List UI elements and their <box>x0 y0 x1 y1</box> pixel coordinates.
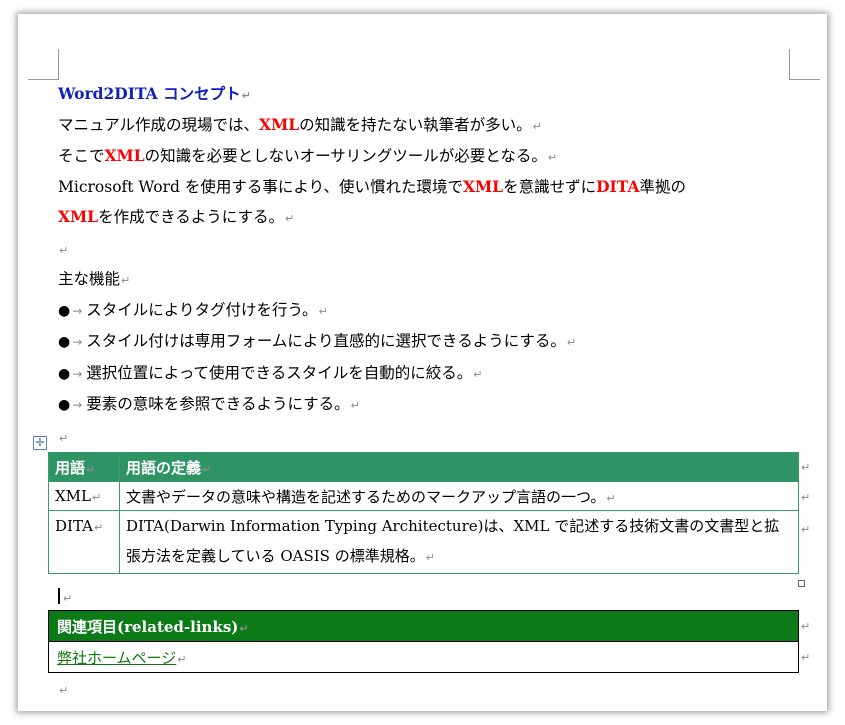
bullet-item[interactable]: ● → 選択位置によって使用できるスタイルを自動的に絞る。↵ <box>58 363 482 385</box>
homepage-link[interactable]: 弊社ホームページ <box>57 649 176 667</box>
bullet-item[interactable]: ● → スタイル付けは専用フォームにより直感的に選択できるようにする。↵ <box>58 331 576 353</box>
crop-mark-top-left <box>28 49 59 80</box>
table-header-cell[interactable]: 用語の定義↵ <box>119 452 799 482</box>
empty-paragraph[interactable]: ↵ <box>58 239 68 261</box>
crop-mark-top-right <box>789 49 820 80</box>
row-end-mark: ↵ <box>801 651 811 664</box>
document-page: Word2DITA コンセプト↵ マニュアル作成の現場では、XMLの知識を持たな… <box>18 14 827 711</box>
document-title[interactable]: Word2DITA コンセプト↵ <box>58 84 251 106</box>
related-link-cell[interactable]: 弊社ホームページ↵ <box>48 641 799 673</box>
table-cell[interactable]: 文書やデータの意味や構造を記述するためのマークアップ言語の一つ。↵ <box>119 481 799 511</box>
empty-paragraph[interactable]: ↵ <box>58 427 68 449</box>
paragraph-3-continued[interactable]: XMLを作成できるようにする。↵ <box>58 207 294 229</box>
table-cell[interactable]: XML↵ <box>48 481 120 511</box>
paragraph-2[interactable]: そこでXMLの知識を必要としないオーサリングツールが必要となる。↵ <box>58 146 557 168</box>
table-header-row: 用語↵ 用語の定義↵ <box>48 452 799 482</box>
table-header-cell[interactable]: 用語↵ <box>48 452 120 482</box>
empty-paragraph[interactable]: ↵ <box>62 587 72 609</box>
paragraph-1[interactable]: マニュアル作成の現場では、XMLの知識を持たない執筆者が多い。↵ <box>58 115 542 137</box>
table-row: XML↵ 文書やデータの意味や構造を記述するためのマークアップ言語の一つ。↵ <box>48 481 799 511</box>
table-move-handle-icon[interactable]: ✛ <box>33 436 47 450</box>
text-cursor <box>58 588 60 604</box>
table-resize-handle[interactable] <box>798 580 805 587</box>
terms-table: 用語↵ 用語の定義↵ XML↵ 文書やデータの意味や構造を記述するためのマークア… <box>48 452 799 574</box>
empty-paragraph[interactable]: ↵ <box>58 679 68 701</box>
bullet-item[interactable]: ● → スタイルによりタグ付けを行う。↵ <box>58 300 328 322</box>
related-links-table: 関連項目(related-links)↵ 弊社ホームページ↵ <box>48 610 799 673</box>
related-header-cell[interactable]: 関連項目(related-links)↵ <box>48 610 799 642</box>
row-end-mark: ↵ <box>801 491 811 504</box>
row-end-mark: ↵ <box>801 461 811 474</box>
row-end-mark: ↵ <box>801 620 811 633</box>
bullet-item[interactable]: ● → 要素の意味を参照できるようにする。↵ <box>58 394 360 416</box>
paragraph-3[interactable]: Microsoft Word を使用する事により、使い慣れた環境でXMLを意識せ… <box>58 177 686 197</box>
related-link-row: 弊社ホームページ↵ <box>48 641 799 673</box>
row-end-mark: ↵ <box>801 523 811 536</box>
features-heading[interactable]: 主な機能↵ <box>58 269 130 291</box>
table-row: DITA↵ DITA(Darwin Information Typing Arc… <box>48 510 799 574</box>
related-header-row: 関連項目(related-links)↵ <box>48 610 799 642</box>
table-cell[interactable]: DITA(Darwin Information Typing Architect… <box>119 510 799 574</box>
table-cell[interactable]: DITA↵ <box>48 510 120 574</box>
